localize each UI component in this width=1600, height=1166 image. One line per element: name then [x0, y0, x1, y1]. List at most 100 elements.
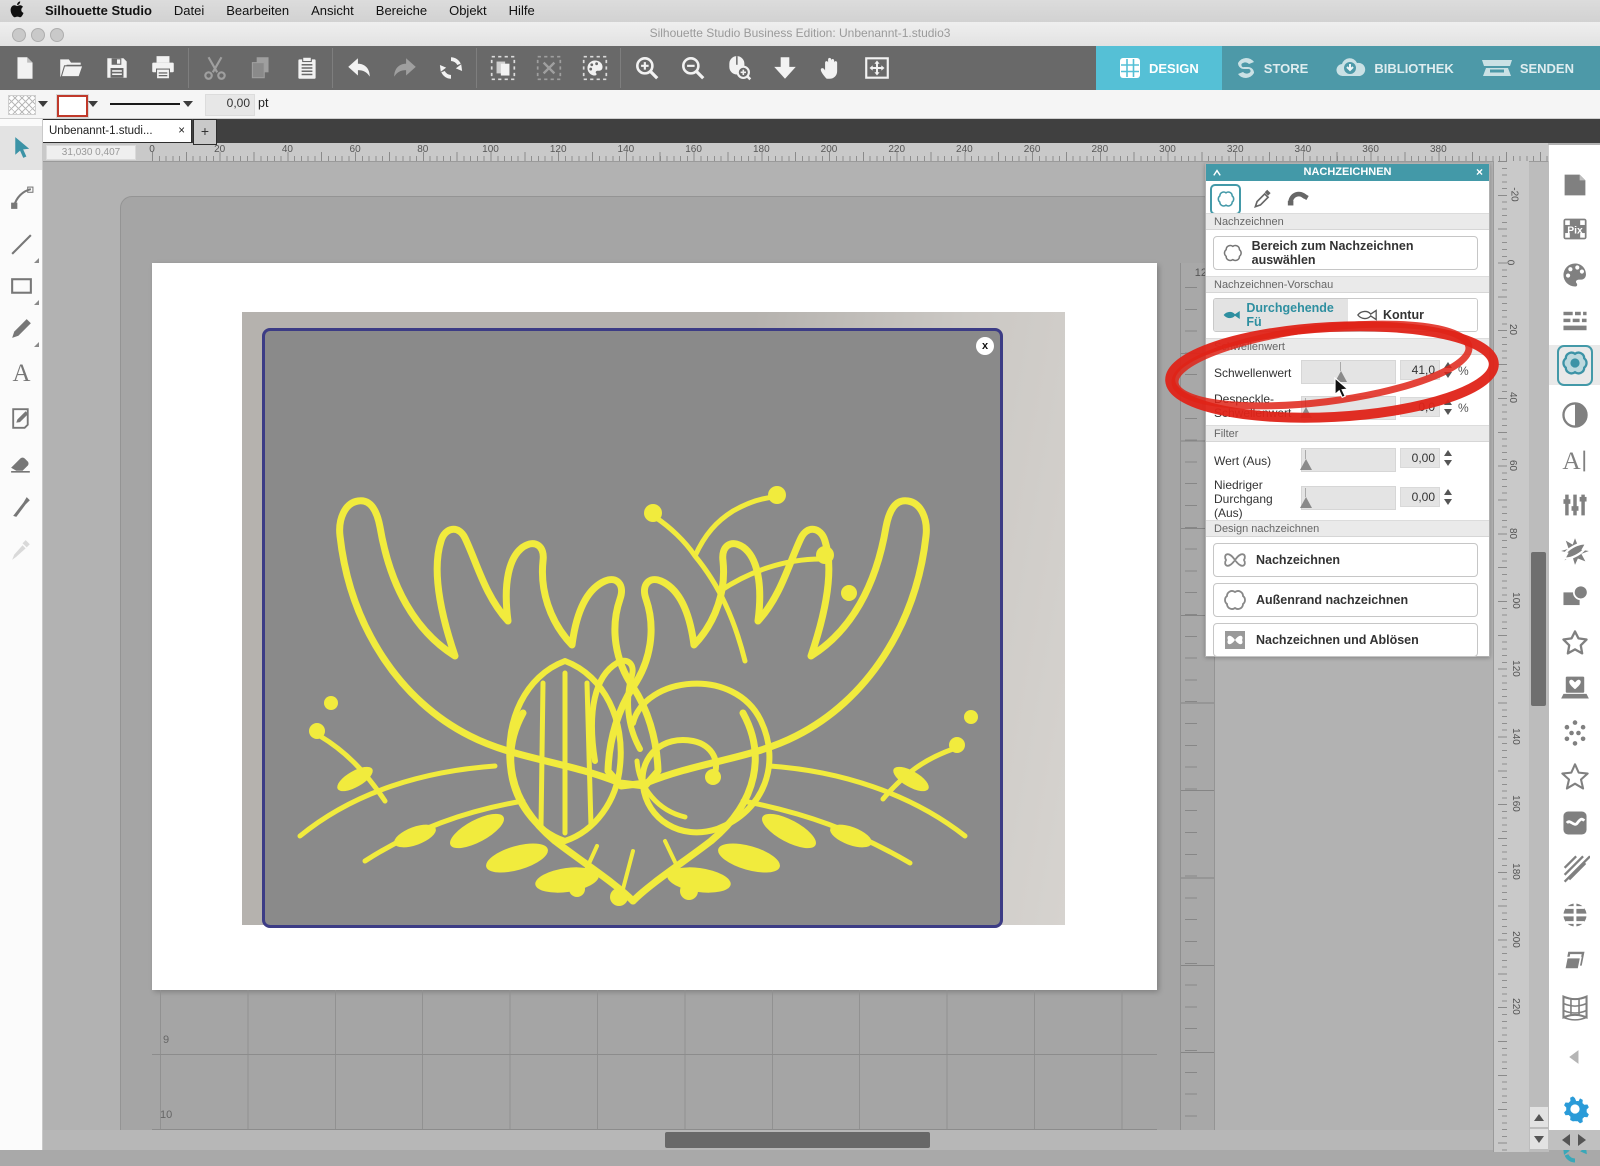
stroke-width-field[interactable]: 0,00 — [205, 94, 255, 116]
menu-item-hilfe[interactable]: Hilfe — [498, 0, 546, 22]
despeckle-spinner[interactable] — [1444, 397, 1454, 417]
line-style-sample[interactable] — [110, 103, 180, 105]
threshold-spinner[interactable] — [1444, 360, 1454, 380]
shadow-layers-icon[interactable] — [1549, 941, 1600, 981]
menu-item-bereiche[interactable]: Bereiche — [365, 0, 438, 22]
wert-spinner[interactable] — [1444, 448, 1454, 468]
fill-swatch-caret[interactable] — [38, 101, 48, 107]
menu-item-ansicht[interactable]: Ansicht — [300, 0, 365, 22]
open-button[interactable] — [54, 51, 88, 85]
zoom-drag-button[interactable] — [768, 51, 802, 85]
wert-slider[interactable] — [1300, 448, 1396, 472]
undo-button[interactable] — [342, 51, 376, 85]
vertical-scrollbar-thumb[interactable] — [1531, 552, 1546, 706]
preview-solid-fill-toggle[interactable]: Durchgehende Fü — [1214, 299, 1348, 331]
save-button[interactable] — [100, 51, 134, 85]
scroll-left-button[interactable] — [1562, 1134, 1570, 1146]
sketch-heart-icon[interactable] — [1549, 667, 1600, 707]
trace-and-detach-button[interactable]: Nachzeichnen und Ablösen — [1213, 623, 1478, 657]
crop-star-icon[interactable] — [1549, 531, 1600, 571]
new-document-button[interactable] — [8, 51, 42, 85]
trace-icon[interactable] — [1549, 344, 1600, 386]
selection-close-button[interactable]: x — [976, 337, 994, 355]
trace-area-tool[interactable] — [1210, 183, 1241, 215]
collapse-panel-icon[interactable] — [1549, 1037, 1600, 1077]
transform-icon[interactable] — [1549, 485, 1600, 525]
print-button[interactable] — [146, 51, 180, 85]
rhinestones-icon[interactable] — [1549, 713, 1600, 753]
despeckle-value[interactable]: 0,0 — [1400, 397, 1440, 417]
despeckle-slider[interactable] — [1300, 396, 1396, 420]
tab-send[interactable]: SENDEN — [1480, 56, 1574, 80]
menu-item-app[interactable]: Silhouette Studio — [34, 0, 163, 22]
tab-store[interactable]: STORE — [1234, 56, 1308, 80]
select-tool[interactable] — [0, 126, 42, 170]
warp-grid-icon[interactable] — [1549, 987, 1600, 1027]
emboss-icon[interactable] — [1549, 803, 1600, 843]
line-tool[interactable] — [0, 222, 42, 266]
apple-menu-icon[interactable] — [0, 1, 34, 21]
knife-tool[interactable] — [0, 484, 42, 528]
pixscan-icon[interactable]: Pix — [1549, 209, 1600, 249]
fit-page-button[interactable] — [860, 51, 894, 85]
new-tab-button[interactable]: + — [193, 119, 217, 145]
draw-tool[interactable] — [0, 306, 42, 350]
trace-panel-header[interactable]: NACHZEICHNEN × — [1206, 164, 1489, 181]
zoom-in-button[interactable] — [630, 51, 664, 85]
menu-item-datei[interactable]: Datei — [163, 0, 215, 22]
paste-in-front-button[interactable] — [486, 51, 520, 85]
point-edit-tool[interactable] — [0, 176, 42, 220]
contrast-icon[interactable] — [1549, 395, 1600, 435]
fill-color-icon[interactable] — [1549, 255, 1600, 295]
trace-button[interactable]: Nachzeichnen — [1213, 543, 1478, 577]
threshold-slider[interactable] — [1301, 360, 1396, 384]
scroll-down-button[interactable] — [1529, 1128, 1549, 1150]
vertical-scrollbar[interactable] — [1528, 161, 1549, 1152]
preview-outline-toggle[interactable]: Kontur — [1348, 299, 1477, 331]
pan-hand-button[interactable] — [814, 51, 848, 85]
trace-outer-edge-button[interactable]: Außenrand nachzeichnen — [1213, 583, 1478, 617]
line-style-caret[interactable] — [183, 101, 193, 107]
hatch-fill-icon[interactable] — [1549, 849, 1600, 889]
rectangle-tool[interactable] — [0, 264, 42, 308]
paste-button[interactable] — [290, 51, 324, 85]
scroll-up-button[interactable] — [1529, 1106, 1549, 1128]
document-tab[interactable]: Unbenannt-1.studi... × — [42, 119, 192, 143]
mouse-zoom-button[interactable] — [722, 51, 756, 85]
line-color-caret[interactable] — [88, 101, 98, 107]
page-setup-icon[interactable] — [1549, 165, 1600, 205]
trace-panel-close-icon[interactable]: × — [1476, 164, 1483, 181]
interlace-icon[interactable] — [1549, 895, 1600, 935]
tab-design[interactable]: DESIGN — [1096, 46, 1222, 90]
star-shape-icon[interactable] — [1549, 757, 1600, 797]
line-color-swatch[interactable] — [56, 94, 89, 118]
lowpass-spinner[interactable] — [1444, 487, 1454, 507]
paste-style-button[interactable] — [578, 51, 612, 85]
horizontal-scrollbar-thumb[interactable] — [665, 1132, 930, 1148]
offset-icon[interactable] — [1549, 623, 1600, 663]
settings-gear-icon[interactable] — [1549, 1089, 1600, 1129]
redo-button[interactable] — [388, 51, 422, 85]
collapse-chevron-icon[interactable] — [1213, 169, 1221, 177]
modify-shapes-icon[interactable] — [1549, 577, 1600, 617]
scroll-right-button[interactable] — [1578, 1134, 1586, 1146]
fill-swatch[interactable] — [8, 95, 36, 115]
threshold-value[interactable]: 41,0 — [1400, 360, 1440, 380]
select-trace-area-button[interactable]: Bereich zum Nachzeichnen auswählen — [1213, 236, 1478, 270]
tab-library[interactable]: BIBLIOTHEK — [1334, 56, 1454, 80]
lowpass-value[interactable]: 0,00 — [1400, 487, 1440, 507]
eyedropper-tool-icon[interactable] — [1249, 186, 1276, 213]
eyedropper-tool[interactable] — [0, 528, 42, 572]
refresh-button[interactable] — [434, 51, 468, 85]
menu-item-objekt[interactable]: Objekt — [438, 0, 498, 22]
zoom-out-button[interactable] — [676, 51, 710, 85]
eraser-tool[interactable] — [0, 440, 42, 484]
menu-item-bearbeiten[interactable]: Bearbeiten — [215, 0, 300, 22]
notes-tool[interactable] — [0, 396, 42, 440]
trace-selection-area[interactable]: x — [262, 328, 1003, 928]
magnet-tool-icon[interactable] — [1284, 186, 1311, 213]
paste-delete-button[interactable] — [532, 51, 566, 85]
text-tool[interactable]: A — [0, 350, 42, 394]
line-style-icon[interactable] — [1549, 301, 1600, 341]
wert-value[interactable]: 0,00 — [1400, 448, 1440, 468]
